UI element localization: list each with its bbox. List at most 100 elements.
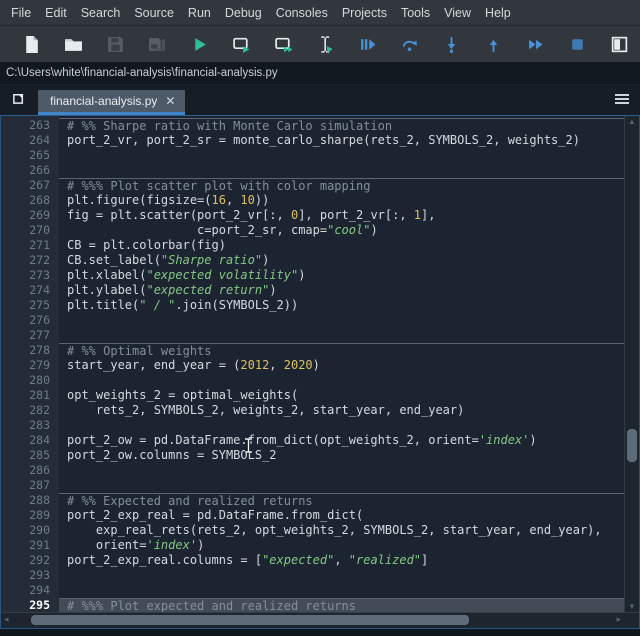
menu-item-projects[interactable]: Projects — [335, 2, 394, 24]
code-text: start_year, end_year = ( — [67, 358, 241, 372]
code-line-291[interactable]: orient='index') — [59, 538, 624, 553]
line-number: 268 — [29, 193, 50, 207]
menu-item-edit[interactable]: Edit — [38, 2, 74, 24]
code-line-265[interactable] — [59, 148, 624, 163]
code-line-286[interactable] — [59, 463, 624, 478]
code-text: port_2_exp_real.columns = [ — [67, 553, 263, 567]
code-line-279[interactable]: start_year, end_year = (2012, 2020) — [59, 358, 624, 373]
run-cell-button[interactable] — [220, 29, 262, 59]
step-return-button[interactable] — [472, 29, 514, 59]
file-path-text: C:\Users\white\financial-analysis\financ… — [6, 67, 278, 79]
step-into-button[interactable] — [430, 29, 472, 59]
code-line-287[interactable] — [59, 478, 624, 493]
menu-item-run[interactable]: Run — [181, 2, 218, 24]
code-line-274[interactable]: plt.ylabel("expected return") — [59, 283, 624, 298]
browse-tabs-icon — [12, 90, 27, 110]
debug-file-button[interactable] — [346, 29, 388, 59]
code-line-275[interactable]: plt.title(" / ".join(SYMBOLS_2)) — [59, 298, 624, 313]
line-number: 273 — [29, 268, 50, 282]
line-number: 271 — [29, 238, 50, 252]
maximize-pane-button[interactable] — [598, 29, 640, 59]
tab-close-icon[interactable]: ✕ — [165, 95, 175, 107]
code-line-292[interactable]: port_2_exp_real.columns = ["expected", "… — [59, 553, 624, 568]
code-line-290[interactable]: exp_real_rets(rets_2, opt_weights_2, SYM… — [59, 523, 624, 538]
code-line-263[interactable]: # %% Sharpe ratio with Monte Carlo simul… — [59, 118, 624, 133]
horizontal-scrollbar[interactable]: ◂ ▸ — [1, 612, 639, 628]
code-text: orient= — [67, 538, 147, 552]
line-number: 278 — [29, 343, 50, 357]
code-text: plt.ylabel( — [67, 283, 147, 297]
line-number: 288 — [29, 493, 50, 507]
code-line-277[interactable] — [59, 328, 624, 343]
line-number-gutter: 263 264 265 266 267 268 269 270 271 272 273 274 275 2… — [1, 116, 59, 612]
code-line-268[interactable]: plt.figure(figsize=(16, 10)) — [59, 193, 624, 208]
code-line-276[interactable] — [59, 313, 624, 328]
menu-item-consoles[interactable]: Consoles — [269, 2, 335, 24]
code-line-294[interactable] — [59, 583, 624, 598]
new-file-button[interactable] — [10, 29, 52, 59]
stop-debug-button[interactable] — [556, 29, 598, 59]
debug-continue-button[interactable] — [514, 29, 556, 59]
line-number: 285 — [29, 448, 50, 462]
menu-item-view[interactable]: View — [437, 2, 478, 24]
menu-item-help[interactable]: Help — [478, 2, 518, 24]
menu-item-file[interactable]: File — [4, 2, 38, 24]
menu-item-source[interactable]: Source — [127, 2, 181, 24]
code-line-284[interactable]: port_2_ow = pd.DataFrame.from_dict(opt_w… — [59, 433, 624, 448]
code-area[interactable]: # %% Sharpe ratio with Monte Carlo simul… — [59, 116, 624, 612]
code-line-281[interactable]: opt_weights_2 = optimal_weights( — [59, 388, 624, 403]
horizontal-scrollbar-thumb[interactable] — [31, 615, 469, 625]
code-line-280[interactable] — [59, 373, 624, 388]
run-file-button[interactable] — [178, 29, 220, 59]
menu-item-debug[interactable]: Debug — [218, 2, 269, 24]
code-line-283[interactable] — [59, 418, 624, 433]
code-text: CB.set_label( — [67, 253, 161, 267]
run-selection-button[interactable] — [304, 29, 346, 59]
browse-tabs-button[interactable] — [6, 88, 32, 112]
scroll-up-arrow[interactable]: ▲ — [625, 117, 639, 126]
code-line-295[interactable]: # %%% Plot expected and realized returns — [59, 598, 624, 612]
code-text: , — [225, 193, 241, 207]
save-file-button[interactable] — [94, 29, 136, 59]
code-line-282[interactable]: rets_2, SYMBOLS_2, weights_2, start_year… — [59, 403, 624, 418]
scroll-left-arrow[interactable]: ◂ — [4, 614, 9, 625]
step-over-button[interactable] — [388, 29, 430, 59]
code-line-285[interactable]: port_2_ow.columns = SYMBOLS_2 — [59, 448, 624, 463]
scroll-down-arrow[interactable]: ▼ — [625, 602, 639, 611]
code-comment: # %% Optimal weights — [67, 344, 212, 358]
code-line-271[interactable]: CB = plt.colorbar(fig) — [59, 238, 624, 253]
run-cell-advance-button[interactable] — [262, 29, 304, 59]
code-line-270[interactable]: c=port_2_sr, cmap="cool") — [59, 223, 624, 238]
code-text: plt.xlabel( — [67, 268, 147, 282]
code-text: ) — [298, 268, 306, 282]
code-line-266[interactable] — [59, 163, 624, 178]
code-line-288[interactable]: # %% Expected and realized returns — [59, 493, 624, 508]
code-line-264[interactable]: port_2_vr, port_2_sr = monte_carlo_sharp… — [59, 133, 624, 148]
code-line-269[interactable]: fig = plt.scatter(port_2_vr[:, 0], port_… — [59, 208, 624, 223]
tab-options-menu-button[interactable] — [614, 92, 630, 110]
code-line-293[interactable] — [59, 568, 624, 583]
code-text: plt.figure(figsize=( — [67, 193, 212, 207]
scroll-right-arrow[interactable]: ▸ — [616, 614, 621, 625]
code-line-273[interactable]: plt.xlabel("expected volatility") — [59, 268, 624, 283]
code-string: "expected" — [262, 553, 335, 567]
code-editor-panel: 263 264 265 266 267 268 269 270 271 272 273 274 275 2… — [0, 115, 640, 629]
open-file-button[interactable] — [52, 29, 94, 59]
vertical-scrollbar[interactable]: ▲ ▼ — [624, 116, 639, 612]
code-string: 'index' — [478, 433, 530, 447]
line-number: 270 — [29, 223, 50, 237]
code-line-267[interactable]: # %%% Plot scatter plot with color mappi… — [59, 178, 624, 193]
code-text: ) — [269, 283, 277, 297]
code-line-289[interactable]: port_2_exp_real = pd.DataFrame.from_dict… — [59, 508, 624, 523]
vertical-scrollbar-thumb[interactable] — [627, 429, 637, 462]
tab-label: financial-analysis.py — [50, 94, 158, 108]
menu-item-tools[interactable]: Tools — [394, 2, 437, 24]
code-line-272[interactable]: CB.set_label("Sharpe ratio") — [59, 253, 624, 268]
hamburger-icon — [614, 92, 630, 109]
editor-tab-bar: financial-analysis.py ✕ — [0, 85, 640, 115]
menu-item-search[interactable]: Search — [74, 2, 128, 24]
save-all-button[interactable] — [136, 29, 178, 59]
code-text: ) — [262, 253, 270, 267]
tab-financial-analysis[interactable]: financial-analysis.py ✕ — [38, 90, 186, 115]
code-line-278[interactable]: # %% Optimal weights — [59, 343, 624, 358]
